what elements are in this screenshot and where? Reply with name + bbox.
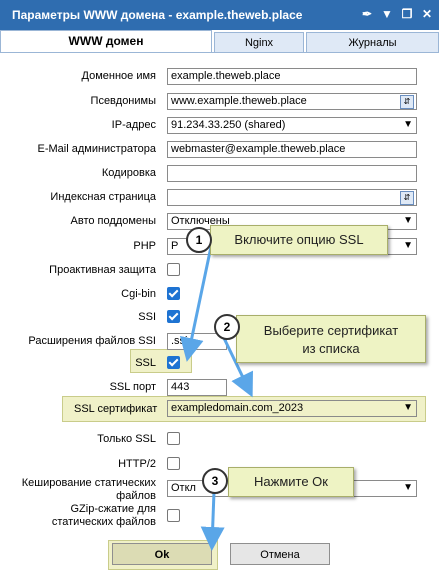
arrow-1 [179, 241, 214, 362]
dialog-window: Параметры WWW домена - example.theweb.pl… [0, 0, 439, 582]
callout-1: Включите опцию SSL [210, 225, 388, 255]
callout-3: Нажмите Ок [228, 467, 354, 497]
arrow-3 [200, 491, 225, 551]
annotation-arrows [179, 241, 253, 551]
callout-2: Выберите сертификат из списка [236, 315, 426, 363]
callout-2-line2: из списка [302, 341, 360, 356]
step-2-badge: 2 [214, 314, 240, 340]
step-1-badge: 1 [186, 227, 212, 253]
callout-2-line1: Выберите сертификат [263, 323, 399, 338]
step-3-badge: 3 [202, 468, 228, 494]
